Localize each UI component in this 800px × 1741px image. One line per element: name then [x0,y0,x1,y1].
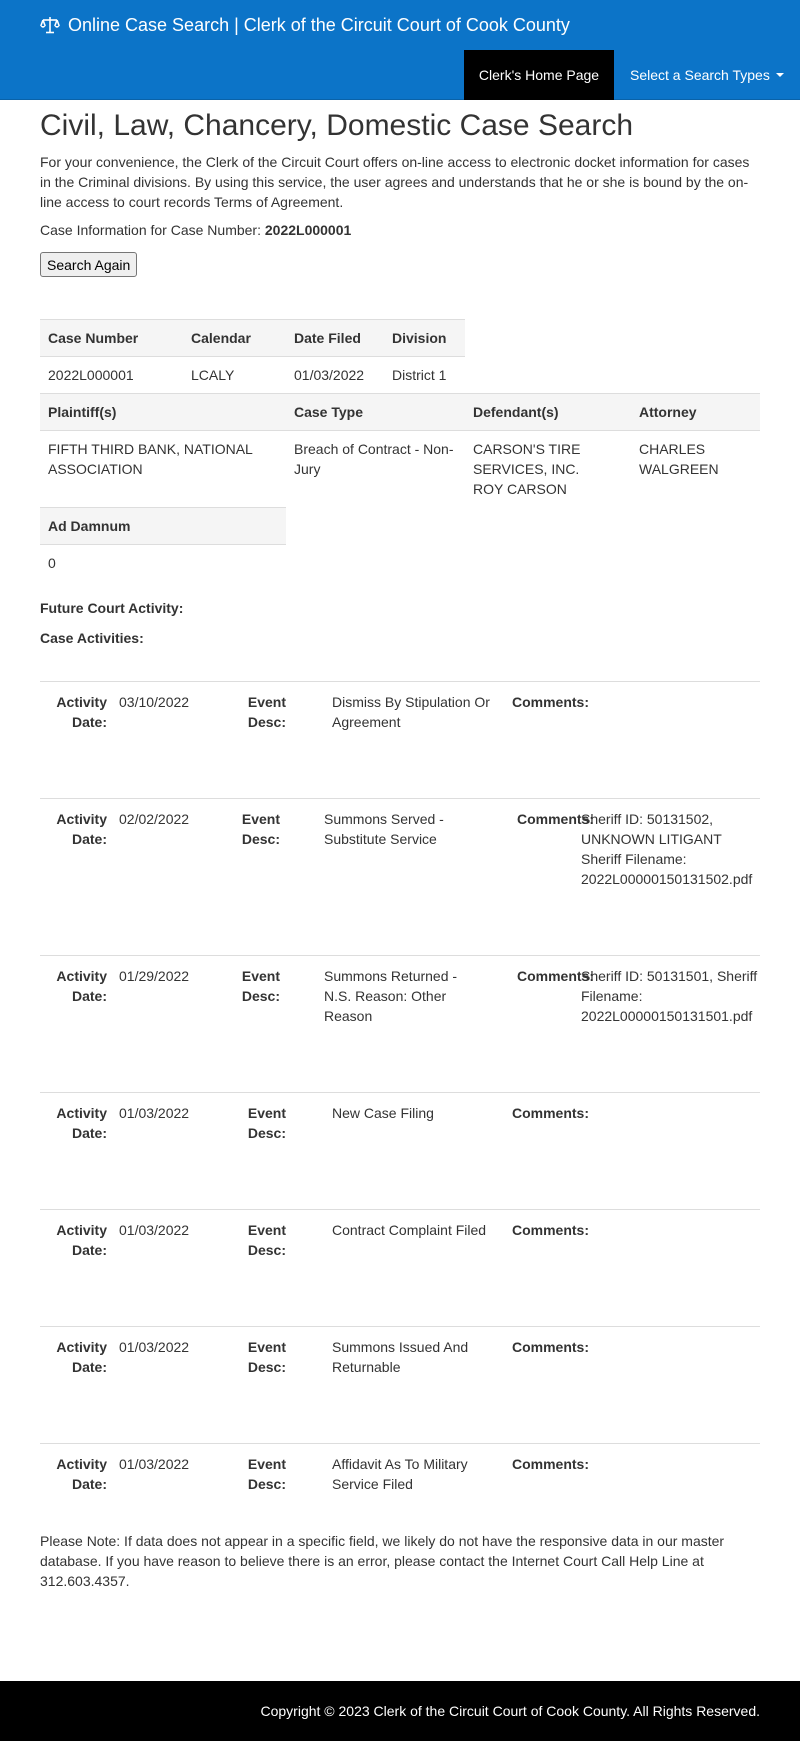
table-row: 2022L000001 LCALY 01/03/2022 District 1 [40,357,465,394]
table-header: Attorney [631,393,760,431]
brand-link[interactable]: Online Case Search | Clerk of the Circui… [40,13,570,37]
nav-links: Clerk's Home Page Select a Search Types [464,50,800,100]
activity-date-value: 01/03/2022 [119,1222,190,1238]
activity-date-label: Activity Date: [56,1339,107,1375]
activity-date-label: Activity Date: [56,1105,107,1141]
table-header-row: Plaintiff(s) Case Type Defendant(s) Atto… [40,393,760,431]
date-filed-cell: 01/03/2022 [294,367,365,383]
activity-date-label: Activity Date: [56,1222,107,1258]
event-desc-value: Contract Complaint Filed [332,1222,487,1238]
case-info-label: Case Information for Case Number: [40,222,261,238]
table-header-row: Case Number Calendar Date Filed Division [40,319,465,357]
comments-label: Comments: [511,1456,589,1472]
main-content: Civil, Law, Chancery, Domestic Case Sear… [40,100,760,277]
table-header: Division [384,319,465,357]
scales-icon [40,16,60,34]
caret-down-icon [775,73,784,77]
activity-date-label: Activity Date: [56,811,107,847]
event-desc-value: Dismiss By Stipulation Or Agreement [332,694,490,730]
event-desc-value: Summons Returned - N.S. Reason: Other Re… [324,968,458,1024]
event-desc-value: Summons Issued And Returnable [332,1339,469,1375]
copyright-text: Copyright © 2023 Clerk of the Circuit Co… [260,1703,761,1719]
ad-damnum-cell: 0 [48,555,56,571]
site-title: Online Case Search | Clerk of the Circui… [68,15,570,35]
page-title: Civil, Law, Chancery, Domestic Case Sear… [40,109,633,142]
defendant-name: CARSON'S TIRE SERVICES, INC. [473,441,581,477]
activity-date-value: 01/03/2022 [119,1105,190,1121]
comments-value: Sheriff ID: 50131501, Sheriff Filename: … [581,968,758,1024]
event-desc-value: Affidavit As To Military Service Filed [332,1456,468,1492]
case-type-cell: Breach of Contract - Non-Jury [294,441,454,477]
comments-label: Comments: [511,1105,589,1121]
table-header: Plaintiff(s) [40,393,286,431]
event-desc-label: Event Desc: [247,694,286,730]
intro-text: For your convenience, the Clerk of the C… [40,154,750,210]
table-header: Calendar [183,319,286,357]
activity-date-label: Activity Date: [56,1456,107,1492]
activity-date-value: 01/29/2022 [119,968,190,984]
table-header: Date Filed [286,319,384,357]
activity-date-value: 01/03/2022 [119,1456,190,1472]
table-header-row: Ad Damnum [40,507,286,545]
event-desc-label: Event Desc: [247,1456,286,1492]
comments-label: Comments: [516,968,594,984]
attorney-cell: CHARLES WALGREEN [639,441,719,477]
table-header: Case Number [40,319,183,357]
table-row: FIFTH THIRD BANK, NATIONAL ASSOCIATION B… [40,431,760,508]
defendant-name: ROY CARSON [473,481,567,497]
case-summary-table: Case Number Calendar Date Filed Division… [40,319,465,393]
top-navbar: Online Case Search | Clerk of the Circui… [0,0,800,100]
case-number-heading: 2022L000001 [264,222,352,238]
case-info-line: Case Information for Case Number: 2022L0… [40,220,760,240]
case-number-cell: 2022L000001 [48,367,134,383]
search-types-label: Select a Search Types [630,67,770,83]
comments-value: Sheriff ID: 50131502, UNKNOWN LITIGANT S… [581,811,753,887]
activity-date-value: 02/02/2022 [119,811,190,827]
event-desc-label: Event Desc: [247,1339,286,1375]
please-note: Please Note: If data does not appear in … [40,1533,725,1589]
ad-damnum-table: Ad Damnum 0 [40,507,286,581]
search-again-button[interactable]: Search Again [40,252,138,277]
table-header: Case Type [286,393,465,431]
case-activities-list: Activity Date: 03/10/2022 Event Desc: Dismi… [40,681,760,1560]
parties-table: Plaintiff(s) Case Type Defendant(s) Atto… [40,393,760,507]
search-types-dropdown[interactable]: Select a Search Types [614,50,800,100]
table-header: Defendant(s) [465,393,631,431]
footer: Copyright © 2023 Clerk of the Circuit Co… [0,1681,800,1741]
table-row: 0 [40,545,286,582]
division-cell: District 1 [392,367,447,383]
comments-label: Comments: [511,694,589,710]
event-desc-label: Event Desc: [247,1105,286,1141]
event-desc-value: New Case Filing [332,1105,434,1121]
event-desc-label: Event Desc: [247,1222,286,1258]
activity-row: Activity Date: 01/03/2022 Event Desc: Summo… [40,1326,760,1443]
table-header: Ad Damnum [40,507,286,545]
clerks-home-link[interactable]: Clerk's Home Page [464,50,614,100]
event-desc-value: Summons Served - Substitute Service [324,811,444,847]
activity-date-label: Activity Date: [56,694,107,730]
activity-date-value: 01/03/2022 [119,1339,190,1355]
plaintiff-cell: FIFTH THIRD BANK, NATIONAL ASSOCIATION [48,441,253,477]
activity-row: Activity Date: 03/10/2022 Event Desc: Dismi… [40,681,760,798]
calendar-cell: LCALY [191,367,235,383]
event-desc-label: Event Desc: [241,968,280,1004]
activity-date-value: 03/10/2022 [119,694,190,710]
comments-label: Comments: [511,1222,589,1238]
activity-row: Activity Date: 01/29/2022 Event Desc: Summo… [40,955,760,1092]
event-desc-label: Event Desc: [241,811,280,847]
defendants-cell: CARSON'S TIRE SERVICES, INC. ROY CARSON [465,431,631,508]
case-activities-label: Case Activities: [40,630,144,646]
activity-row: Activity Date: 01/03/2022 Event Desc: Contr… [40,1209,760,1326]
comments-label: Comments: [516,811,594,827]
activity-row: Activity Date: 01/03/2022 Event Desc: New C… [40,1092,760,1209]
comments-label: Comments: [511,1339,589,1355]
future-court-label: Future Court Activity: [40,600,184,616]
activity-date-label: Activity Date: [56,968,107,1004]
activity-row: Activity Date: 02/02/2022 Event Desc: Summo… [40,798,760,955]
